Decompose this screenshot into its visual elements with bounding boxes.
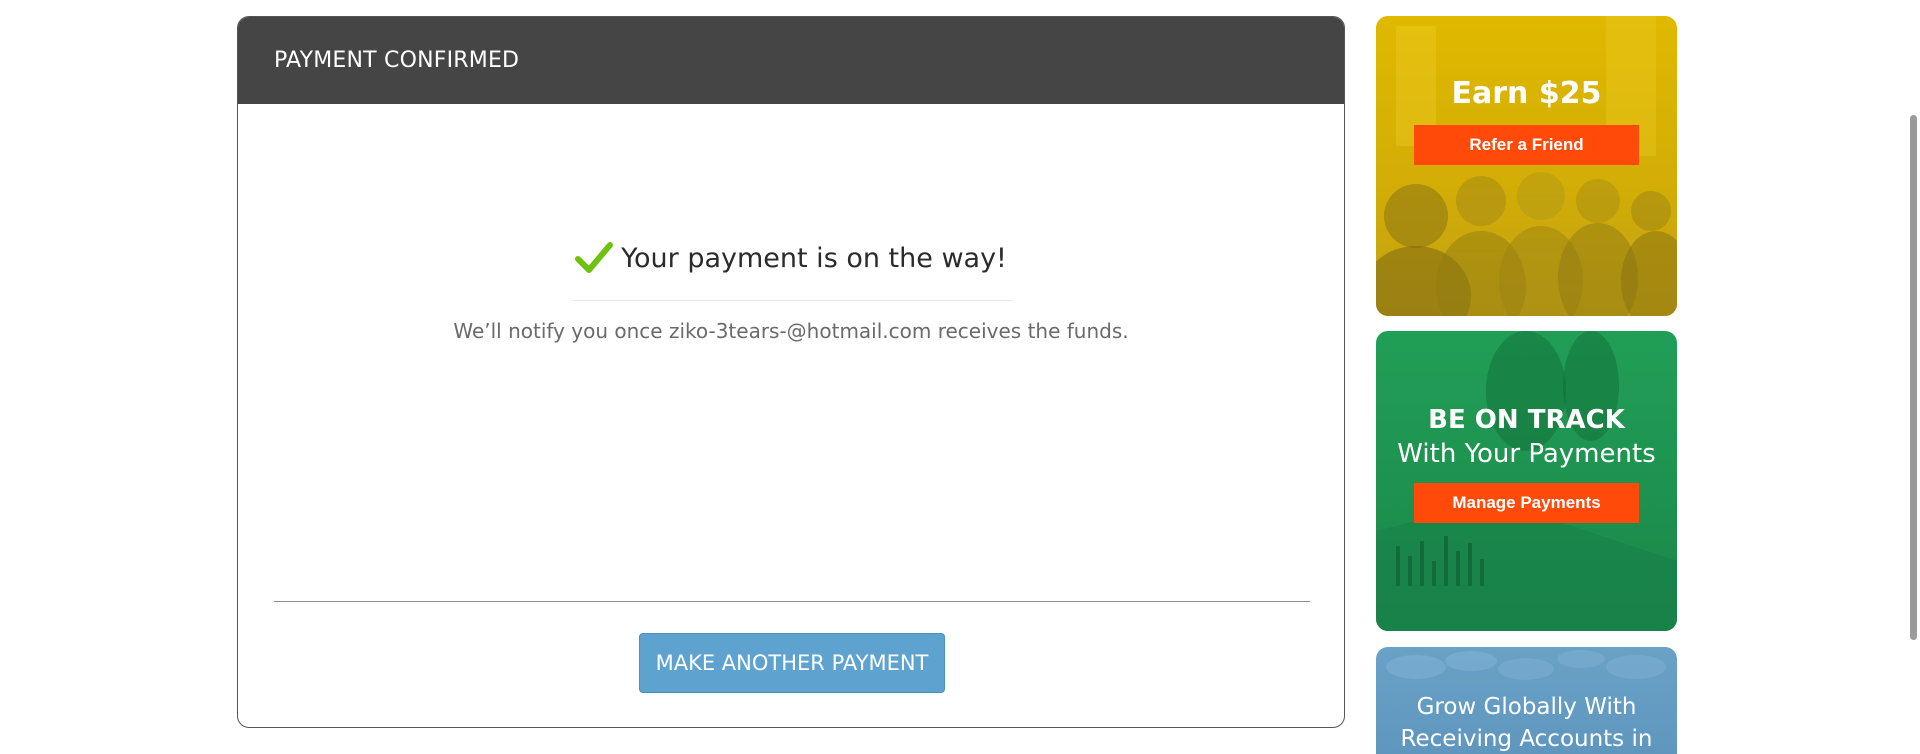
payment-confirmed-card: PAYMENT CONFIRMED Your payment is on the… (237, 16, 1345, 728)
footer-divider (274, 601, 1310, 602)
make-another-payment-button[interactable]: MAKE ANOTHER PAYMENT (639, 633, 945, 693)
headline-divider (573, 300, 1013, 301)
card-header: PAYMENT CONFIRMED (238, 17, 1344, 104)
checkmark-icon (575, 242, 614, 273)
manage-payments-button[interactable]: Manage Payments (1414, 483, 1639, 523)
promo-track-title: BE ON TRACK (1428, 405, 1625, 435)
promo-manage-payments[interactable]: BE ON TRACK With Your Payments Manage Pa… (1376, 331, 1677, 631)
business-chart-image (1376, 331, 1677, 631)
headline-text: Your payment is on the way! (621, 242, 1007, 274)
people-photo-image (1376, 16, 1677, 316)
promo-receiving-accounts[interactable]: Grow Globally With Receiving Accounts in (1376, 647, 1677, 754)
confirmation-headline: Your payment is on the way! (238, 241, 1344, 275)
refer-a-friend-button[interactable]: Refer a Friend (1414, 125, 1639, 165)
promo-refer-a-friend[interactable]: Earn $25 Refer a Friend (1376, 16, 1677, 316)
promo-track-subtitle: With Your Payments (1397, 439, 1656, 469)
page-scrollbar[interactable] (1908, 0, 1920, 754)
scrollbar-thumb[interactable] (1910, 115, 1917, 640)
card-header-title: PAYMENT CONFIRMED (274, 48, 520, 73)
notify-message: We’ll notify you once ziko-3tears-@hotma… (453, 319, 1129, 343)
promo-earn-title: Earn $25 (1451, 76, 1602, 111)
promo-grow-text: Grow Globally With Receiving Accounts in (1400, 694, 1653, 752)
payment-confirmed-page: PAYMENT CONFIRMED Your payment is on the… (0, 0, 1920, 754)
